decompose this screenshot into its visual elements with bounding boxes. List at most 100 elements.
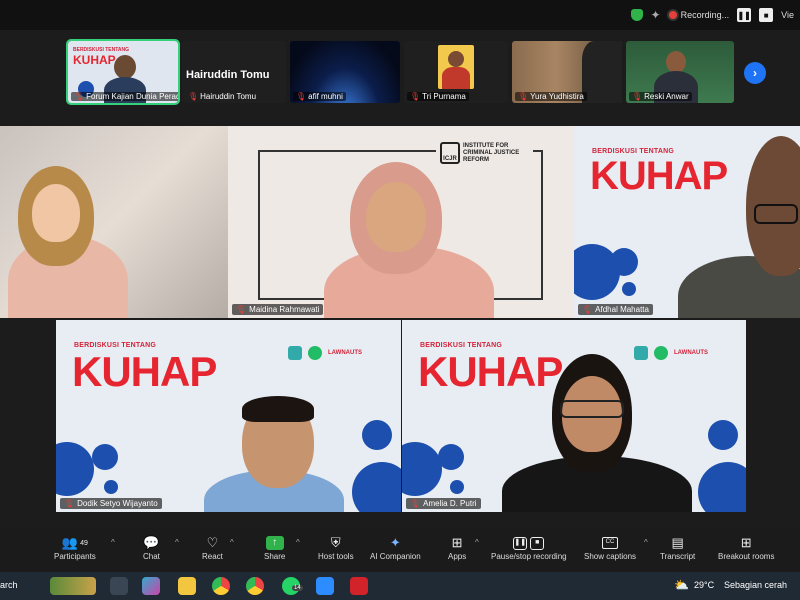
sponsor-name: LAWNAUTS [674, 350, 708, 356]
file-explorer-icon[interactable] [178, 577, 196, 595]
host-tools-button[interactable]: ⛨ Host tools [318, 534, 354, 561]
mic-muted-icon: 🎙 [632, 92, 643, 101]
sponsor-logos: LAWNAUTS [288, 346, 362, 360]
mic-muted-icon: 🎙 [296, 92, 307, 101]
weather-description[interactable]: Sebagian cerah [724, 580, 787, 590]
participants-label: Participants [54, 552, 96, 561]
task-view-icon[interactable] [110, 577, 128, 595]
shield-icon: ⛨ [330, 535, 341, 550]
apps-options-chevron-icon[interactable]: ^ [475, 538, 479, 547]
chat-options-chevron-icon[interactable]: ^ [175, 538, 179, 547]
share-options-chevron-icon[interactable]: ^ [296, 538, 300, 547]
host-tools-label: Host tools [318, 552, 354, 561]
icjr-logo-text: INSTITUTE FOR CRIMINAL JUSTICE REFORM [463, 142, 520, 163]
recording-dot-icon [668, 11, 677, 19]
participant-name: 🎙 Amelia D. Putri [406, 498, 481, 509]
video-tile[interactable]: BERDISKUSI TENTANG KUHAP 🎙 Afdhal Mahatta [574, 126, 800, 318]
decor-blob [708, 420, 738, 450]
whatsapp-badge: 14 [292, 585, 303, 591]
show-captions-button[interactable]: CC Show captions [584, 534, 636, 561]
chat-button[interactable]: 💬 Chat [143, 534, 160, 561]
zoom-icon[interactable] [316, 577, 334, 595]
profile-photo [438, 45, 474, 89]
pause-stop-recording-button[interactable]: ❚❚ ■ Pause/stop recording [491, 534, 567, 561]
zoom-meeting-window: ✦ Recording... ❚❚ ■ Vie BERDISKUSI TENTA… [0, 0, 800, 600]
meeting-toolbar: 👥 49 Participants ^ 💬 Chat ^ ♡ React ^ ↑ … [0, 528, 800, 572]
filmstrip-name: 🎙 Forum Kajian Dunia Perad... [71, 92, 178, 101]
transcript-button[interactable]: ▤ Transcript [660, 534, 695, 561]
top-bar: ✦ Recording... ❚❚ ■ Vie [0, 0, 800, 30]
acrobat-icon[interactable] [350, 577, 368, 595]
participants-button[interactable]: 👥 49 Participants [54, 534, 96, 561]
person-head [666, 51, 686, 73]
filmstrip-tile[interactable]: 🎙 Tri Purnama [404, 41, 508, 103]
next-page-button[interactable]: › [744, 62, 766, 84]
mic-muted-icon: 🎙 [582, 305, 593, 314]
mic-muted-icon: 🎙 [64, 499, 75, 508]
chrome-icon[interactable] [212, 577, 230, 595]
ai-spark-icon[interactable]: ✦ [651, 8, 661, 22]
transcript-label: Transcript [660, 552, 696, 561]
participant-name: 🎙 Maidina Rahmawati [232, 304, 324, 315]
mic-muted-icon: 🎙 [410, 499, 421, 508]
ai-companion-button[interactable]: ✦ AI Companion [370, 534, 421, 561]
ai-companion-label: AI Companion [370, 552, 421, 561]
stop-recording-button[interactable]: ■ [759, 8, 774, 22]
chat-icon: 💬 [143, 535, 160, 550]
react-options-chevron-icon[interactable]: ^ [230, 538, 234, 547]
copilot-icon[interactable] [142, 577, 160, 595]
banner-title: KUHAP [72, 348, 217, 395]
mic-muted-icon: 🎙 [410, 92, 421, 101]
pause-recording-button[interactable]: ❚❚ [737, 8, 752, 22]
apps-button[interactable]: ⊞ Apps [448, 534, 466, 561]
filmstrip: BERDISKUSI TENTANG KUHAP 🎙 Forum Kajian D… [0, 38, 800, 108]
transcript-icon: ▤ [671, 535, 684, 550]
taskbar-search[interactable]: arch [0, 580, 18, 590]
filmstrip-name: 🎙 Yura Yudhistira [515, 92, 587, 101]
filmstrip-tile[interactable]: BERDISKUSI TENTANG KUHAP 🎙 Forum Kajian D… [66, 39, 180, 105]
sponsor-name: LAWNAUTS [328, 350, 362, 356]
sponsor-logo-icon [288, 346, 302, 360]
icjr-logo-mark: ICJR [440, 142, 460, 164]
ai-companion-icon: ✦ [389, 535, 401, 550]
mic-muted-icon: 🎙 [236, 305, 247, 314]
photo-head [448, 51, 464, 67]
recording-indicator[interactable]: Recording... [668, 10, 729, 20]
breakout-rooms-label: Breakout rooms [718, 552, 775, 561]
filmstrip-name: 🎙 Tri Purnama [407, 92, 469, 101]
filmstrip-tile[interactable]: 🎙 afif muhni [290, 41, 400, 103]
share-button[interactable]: ↑ Share [264, 534, 285, 561]
video-tile[interactable]: BERDISKUSI TENTANG KUHAP LAWNAUTS 🎙 Dodik… [56, 320, 401, 512]
view-button[interactable]: Vie [781, 10, 794, 20]
whatsapp-icon[interactable]: 14 [282, 577, 303, 595]
video-tile[interactable]: BERDISKUSI TENTANG KUHAP LAWNAUTS 🎙 Ameli… [402, 320, 746, 512]
decor-blob [56, 442, 94, 496]
video-tile[interactable]: ICJR INSTITUTE FOR CRIMINAL JUSTICE REFO… [228, 126, 574, 318]
sponsor-logos: LAWNAUTS [634, 346, 708, 360]
participants-icon: 👥 [61, 535, 79, 550]
person-hair [242, 396, 314, 422]
chat-label: Chat [143, 552, 160, 561]
participants-options-chevron-icon[interactable]: ^ [111, 538, 115, 547]
temperature[interactable]: 29°C [694, 580, 714, 590]
decor-blob [402, 442, 442, 496]
video-tile[interactable] [0, 126, 228, 318]
filmstrip-name: 🎙 Reski Anwar [629, 92, 692, 101]
breakout-rooms-button[interactable]: ⊞ Breakout rooms [718, 534, 774, 561]
sponsor-logo-icon [634, 346, 648, 360]
heart-icon: ♡ [206, 535, 219, 550]
security-shield-icon[interactable] [630, 9, 643, 21]
widget-image-icon[interactable] [50, 577, 96, 595]
captions-options-chevron-icon[interactable]: ^ [644, 538, 648, 547]
banner-title: KUHAP [590, 154, 728, 198]
decor-blob [104, 480, 118, 494]
chrome-profile-icon[interactable] [246, 577, 264, 595]
sponsor-logo-icon [308, 346, 322, 360]
filmstrip-tile[interactable]: 🎙 Yura Yudhistira [512, 41, 622, 103]
filmstrip-name: 🎙 afif muhni [293, 92, 346, 101]
weather-icon: ⛅ [674, 578, 689, 592]
filmstrip-tile[interactable]: Hairuddin Tomu 🎙 Hairuddin Tomu [182, 41, 286, 103]
react-button[interactable]: ♡ React [202, 534, 223, 561]
decor-blob [92, 444, 118, 470]
filmstrip-tile[interactable]: 🎙 Reski Anwar [626, 41, 734, 103]
